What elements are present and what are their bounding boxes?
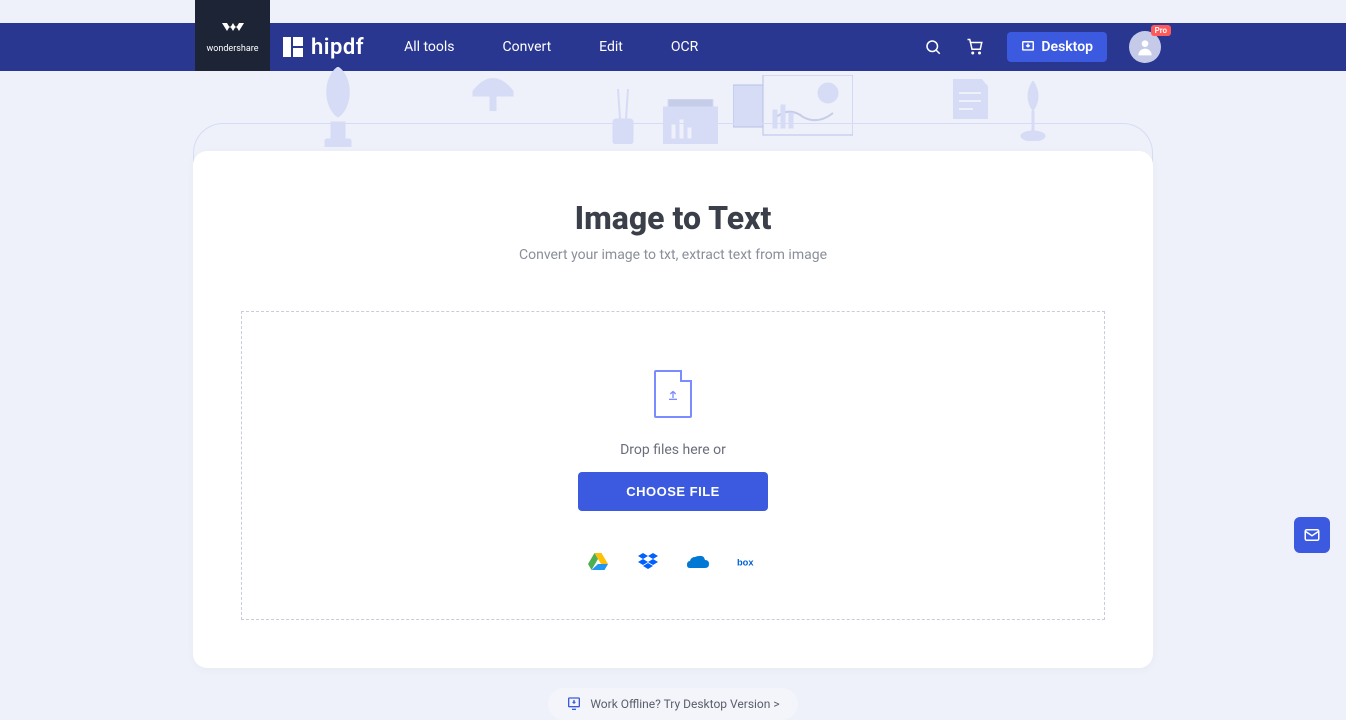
svg-text:box: box [737, 557, 754, 567]
box-icon[interactable]: box [737, 553, 759, 571]
dropbox-icon[interactable] [637, 553, 659, 571]
page-subtitle: Convert your image to txt, extract text … [193, 247, 1153, 263]
offline-pill[interactable]: Work Offline? Try Desktop Version > [548, 688, 797, 720]
offline-pill-label: Work Offline? Try Desktop Version > [590, 697, 779, 711]
onedrive-icon[interactable] [687, 553, 709, 571]
download-icon [566, 696, 582, 712]
desktop-button-label: Desktop [1041, 39, 1093, 55]
page-title: Image to Text [193, 199, 1153, 237]
cart-icon[interactable] [965, 37, 985, 57]
main-card: Image to Text Convert your image to txt,… [193, 151, 1153, 668]
nav-link-all-tools[interactable]: All tools [404, 39, 454, 55]
brand[interactable]: hipdf [283, 35, 364, 60]
feedback-button[interactable] [1294, 517, 1330, 553]
pro-badge: Pro [1151, 25, 1171, 36]
avatar-wrap[interactable]: Pro [1129, 31, 1161, 63]
nav-link-edit[interactable]: Edit [599, 39, 623, 55]
brand-name: hipdf [311, 35, 364, 60]
wondershare-logo-icon [222, 18, 244, 42]
drop-text: Drop files here or [620, 442, 726, 458]
search-icon[interactable] [923, 37, 943, 57]
dropzone[interactable]: Drop files here or CHOOSE FILE box [241, 311, 1105, 620]
desktop-button[interactable]: Desktop [1007, 32, 1107, 62]
nav-links: All tools Convert Edit OCR [404, 39, 698, 55]
cloud-sources: box [587, 553, 759, 571]
hipdf-logo-icon [283, 37, 303, 57]
google-drive-icon[interactable] [587, 553, 609, 571]
choose-file-button[interactable]: CHOOSE FILE [578, 472, 768, 511]
wondershare-label: wondershare [206, 44, 258, 54]
nav-link-convert[interactable]: Convert [503, 39, 552, 55]
nav-link-ocr[interactable]: OCR [671, 39, 698, 55]
upload-file-icon [654, 370, 692, 418]
wondershare-badge[interactable]: wondershare [195, 0, 270, 71]
navbar: wondershare hipdf All tools Convert Edit… [0, 23, 1346, 71]
download-icon [1021, 40, 1035, 54]
mail-icon [1303, 526, 1321, 544]
